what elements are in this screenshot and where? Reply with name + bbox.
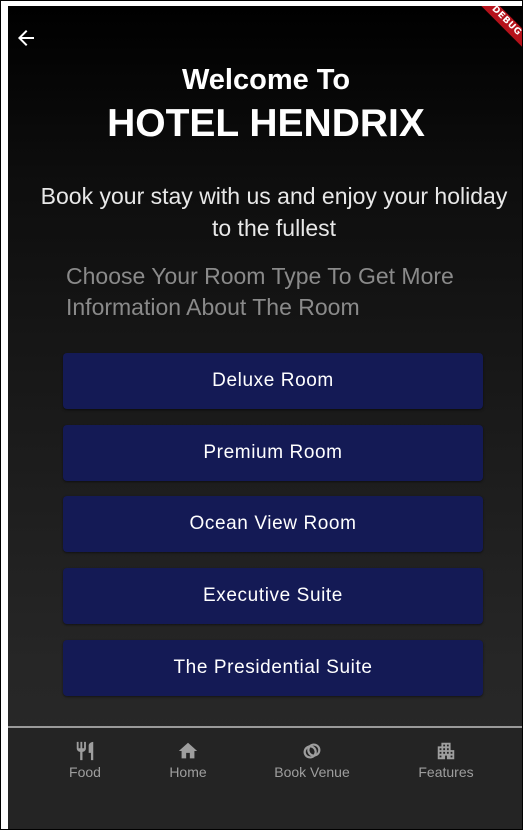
- arrow-back-icon: [18, 30, 34, 46]
- device-frame: DEBUG Welcome To HOTEL HENDRIX Book your…: [0, 0, 523, 830]
- nav-label-food: Food: [69, 764, 101, 780]
- nav-item-home[interactable]: Home: [138, 740, 238, 780]
- nav-label-book-venue: Book Venue: [274, 764, 350, 780]
- nav-item-book-venue[interactable]: Book Venue: [262, 740, 362, 780]
- home-icon: [178, 742, 198, 759]
- deluxe-room-button[interactable]: Deluxe Room: [63, 353, 483, 409]
- welcome-heading: Welcome To: [181, 64, 351, 96]
- tagline-text: Book your stay with us and enjoy your ho…: [40, 183, 508, 241]
- nav-item-food[interactable]: Food: [35, 740, 135, 780]
- app-screen: DEBUG Welcome To HOTEL HENDRIX Book your…: [8, 6, 522, 829]
- bottom-navigation-bar: Food Home Book Venue Features: [8, 728, 522, 829]
- nav-label-features: Features: [418, 764, 474, 780]
- ocean-view-room-button[interactable]: Ocean View Room: [63, 496, 483, 552]
- debug-banner: DEBUG: [467, 6, 522, 61]
- executive-suite-button[interactable]: Executive Suite: [63, 568, 483, 624]
- nav-item-features[interactable]: Features: [396, 740, 496, 780]
- restaurant-icon: [76, 741, 94, 761]
- premium-room-button[interactable]: Premium Room: [63, 425, 483, 481]
- room-type-prompt: Choose Your Room Type To Get More Inform…: [66, 263, 454, 320]
- apartment-icon: [437, 742, 455, 760]
- hotel-name-heading: HOTEL HENDRIX: [107, 102, 425, 145]
- rings-icon: [303, 743, 321, 759]
- nav-label-home: Home: [169, 764, 207, 780]
- presidential-suite-button[interactable]: The Presidential Suite: [63, 640, 483, 696]
- back-button[interactable]: [14, 26, 38, 50]
